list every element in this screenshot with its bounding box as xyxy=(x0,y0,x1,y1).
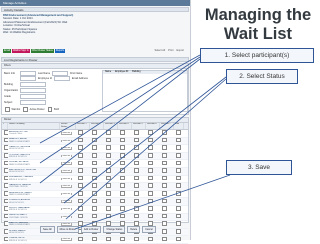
connector-step1-c xyxy=(39,58,201,184)
connector-step1-a xyxy=(39,54,201,144)
callout-connectors xyxy=(39,54,231,230)
connector-step3 xyxy=(74,174,231,230)
connector-step2-b xyxy=(65,78,227,220)
connector-step2-a xyxy=(63,76,227,204)
connector-step1-b xyxy=(39,56,201,164)
